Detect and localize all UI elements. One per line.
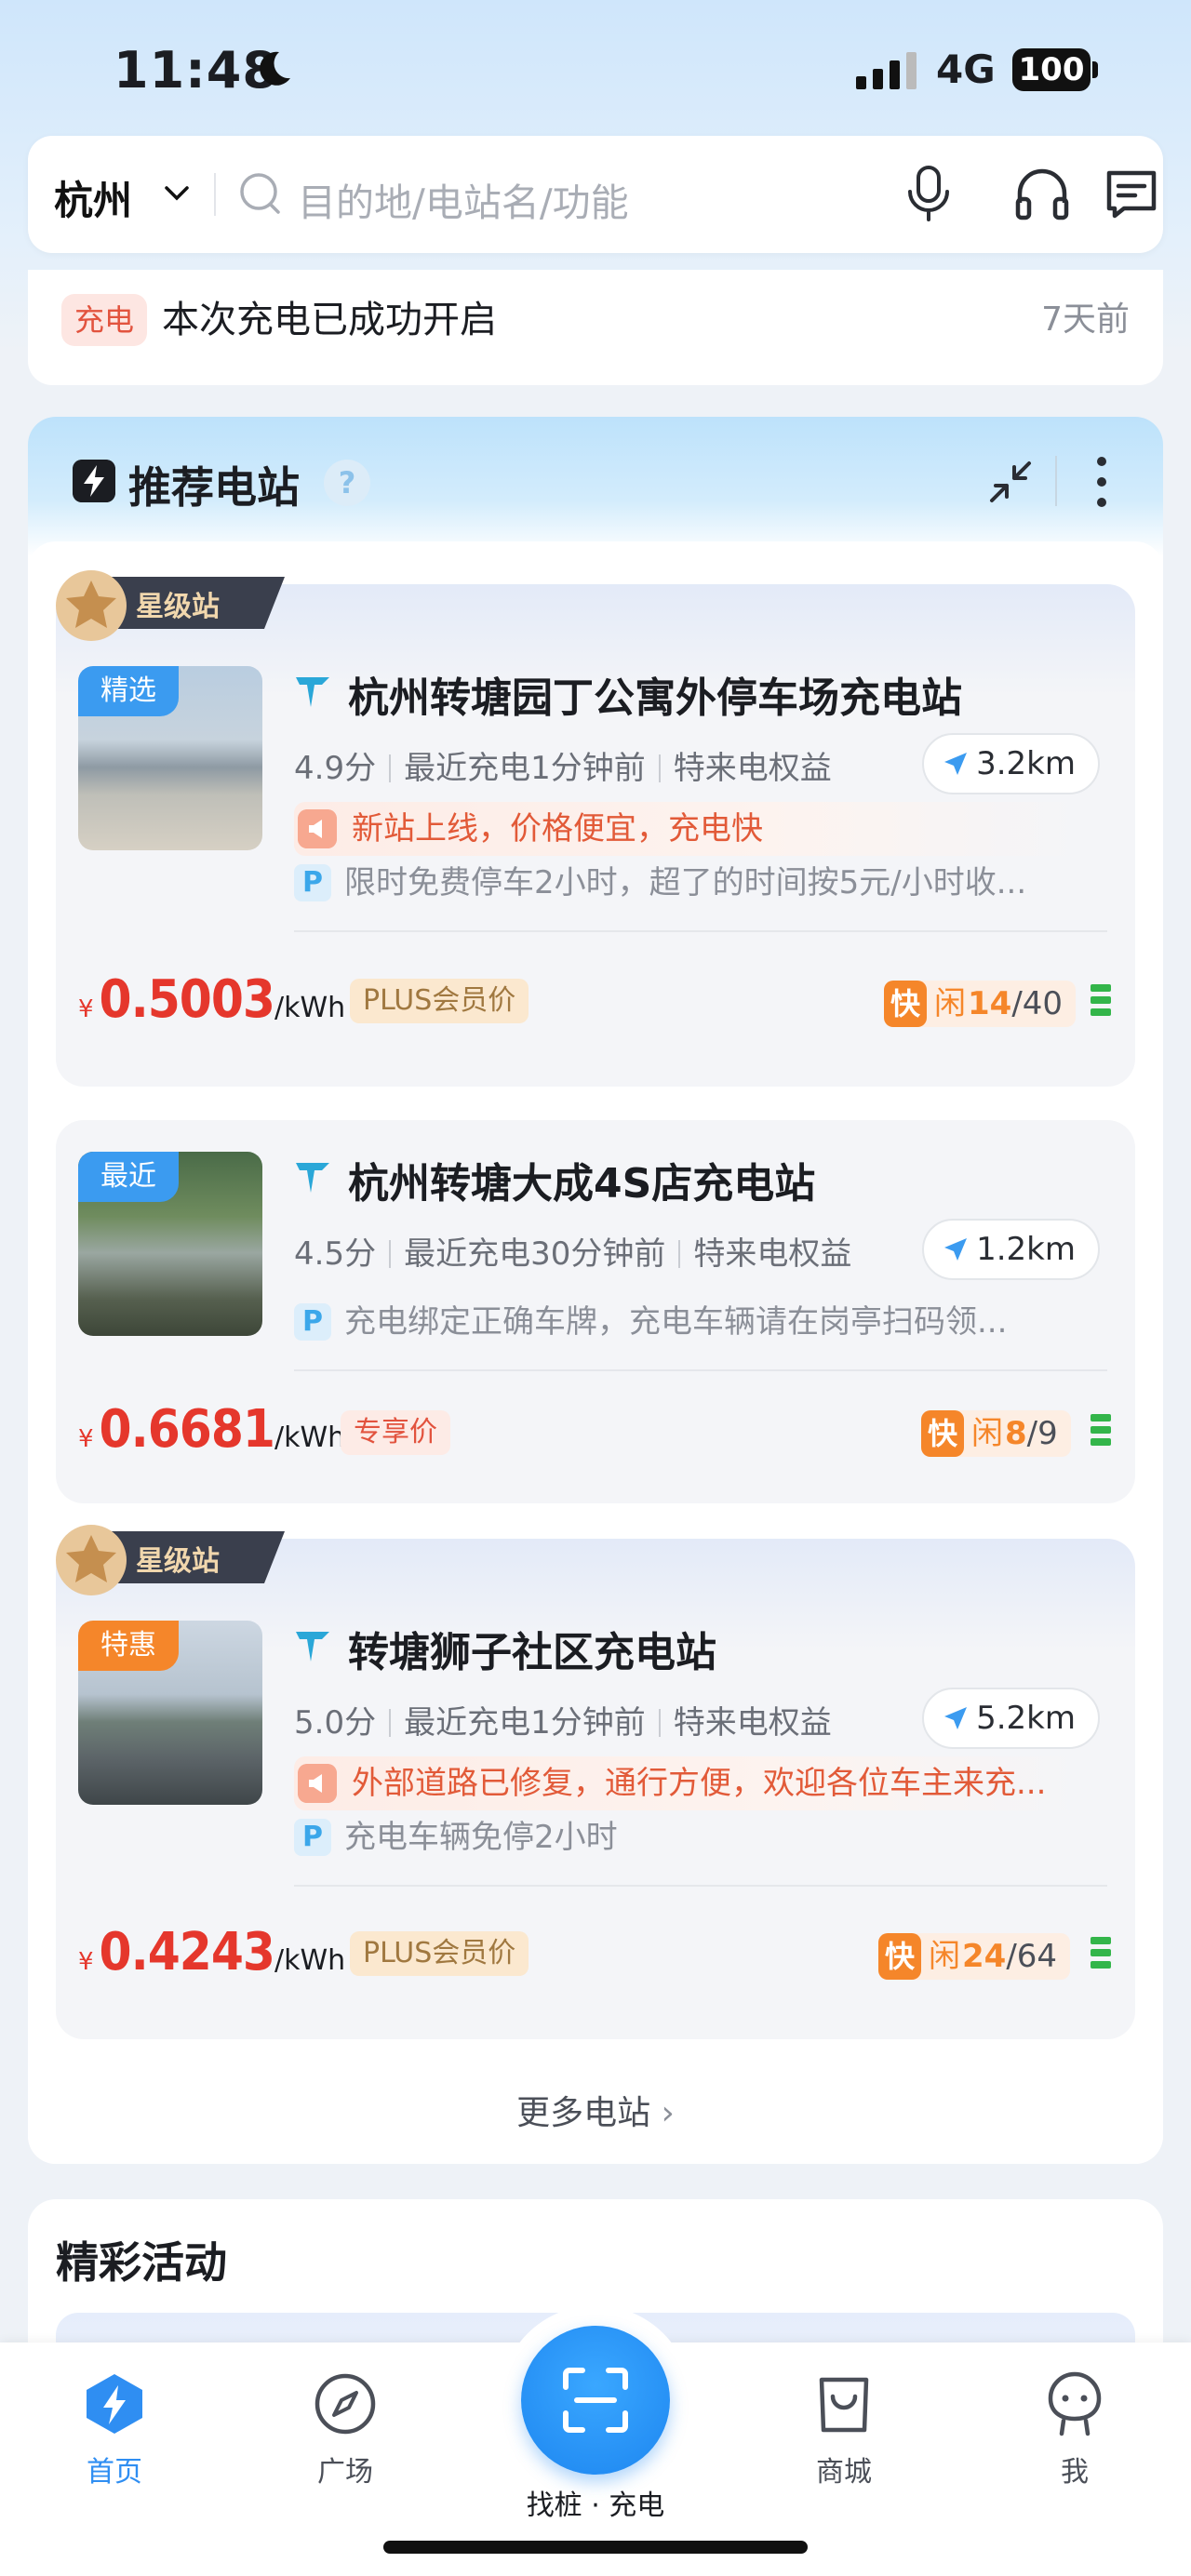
station-photo: 特惠 [78,1621,262,1805]
parking-info: P 限时免费停车2小时，超了的时间按5元/小时收... [294,860,1026,906]
battery-tip [1092,61,1098,78]
promo-banner: 新站上线，价格便宜，充电快 [294,802,1085,856]
station-photo: 精选 [78,666,262,850]
scan-button[interactable] [521,2326,670,2475]
home-indicator [383,2541,808,2554]
svg-text:星级站: 星级站 [136,1545,220,1578]
promo-text: 新站上线，价格便宜，充电快 [352,810,763,848]
divider [294,1369,1107,1371]
divider [294,1885,1107,1887]
help-icon[interactable]: ? [324,460,370,506]
activities-title: 精彩活动 [56,2237,227,2288]
tab-me[interactable]: 我 [1005,2370,1144,2489]
station-photo: 最近 [78,1152,262,1336]
app-screen: 11:48 4G 100 杭州 目的地/电站名/功能 充电 本次充电已成功开启 … [0,0,1191,2576]
promo-text: 外部道路已修复，通行方便，欢迎各位车主来充... [352,1765,1047,1802]
search-icon [240,173,280,214]
more-options-icon[interactable] [1096,454,1107,510]
message-icon[interactable] [1104,166,1159,221]
station-card[interactable]: 最近 杭州转塘大成4S店充电站 4.5分 最近充电30分钟前 特来电权益 1.2km… [56,1120,1135,1503]
charger-availability: 快闲14/40 [884,981,1077,1027]
recommended-stations-panel: 推荐电站 ? 星级站 精选 杭州转塘园丁公寓外停车场充电站 4.9分 最近充电1分… [28,417,1163,2164]
collapse-icon[interactable] [986,458,1035,506]
tab-scan-label[interactable]: 找桩 · 充电 [502,2482,689,2523]
headphones-icon[interactable] [1012,164,1072,223]
tab-plaza[interactable]: 广场 [275,2370,415,2489]
price: ¥0.6681/kWh [78,1399,346,1460]
status-bars-icon [1091,1414,1111,1453]
station-meta: 5.0分 最近充电1分钟前 特来电权益 [294,1704,832,1742]
compass-icon [314,2373,376,2435]
section-title: 推荐电站 [128,462,300,513]
megaphone-icon [298,809,337,848]
navigation-icon [944,1707,968,1729]
parking-icon: P [294,1819,331,1856]
moon-icon [260,51,290,86]
teld-logo-icon [296,1632,329,1662]
navigation-icon [944,1238,968,1261]
tab-home[interactable]: 首页 [45,2370,184,2489]
price: ¥0.4243/kWh [78,1922,346,1982]
network-label: 4G [936,47,996,92]
station-name: 杭州转塘大成4S店充电站 [348,1160,816,1208]
shopping-bag-icon [819,2377,869,2433]
star-station-badge: 星级站 [56,1525,285,1595]
microphone-icon[interactable] [903,164,955,223]
megaphone-icon [298,1764,337,1803]
chevron-down-icon[interactable] [164,184,190,203]
price-tag: PLUS会员价 [350,979,529,1023]
station-card[interactable]: 星级站 精选 杭州转塘园丁公寓外停车场充电站 4.9分 最近充电1分钟前 特来电权益… [56,570,1135,1087]
search-input[interactable]: 目的地/电站名/功能 [298,171,629,227]
search-bar: 杭州 目的地/电站名/功能 [28,136,1163,253]
parking-icon: P [294,864,331,901]
search-divider [214,173,216,216]
station-list: 星级站 精选 杭州转塘园丁公寓外停车场充电站 4.9分 最近充电1分钟前 特来电权益… [28,541,1163,2164]
parking-icon: P [294,1303,331,1341]
star-station-badge: 星级站 [56,570,285,641]
status-bar: 11:48 4G 100 [0,0,1191,130]
teld-logo-icon [296,1163,329,1193]
tab-bar: 首页 广场 找桩 · 充电 商城 我 [0,2305,1191,2576]
charging-notice[interactable]: 充电 本次充电已成功开启 7天前 [28,270,1163,385]
station-name: 杭州转塘园丁公寓外停车场充电站 [348,674,962,722]
divider [294,930,1107,932]
station-card[interactable]: 星级站 特惠 转塘狮子社区充电站 5.0分 最近充电1分钟前 特来电权益 5.2km… [56,1525,1135,2039]
thumb-tag: 特惠 [78,1621,179,1671]
header-divider [1055,456,1057,506]
promo-banner: 外部道路已修复，通行方便，欢迎各位车主来充... [294,1756,1085,1810]
price: ¥0.5003/kWh [78,969,346,1030]
notice-time: 7天前 [1041,300,1130,339]
home-bolt-icon [87,2374,142,2434]
price-tag: PLUS会员价 [350,1931,529,1976]
thumb-tag: 精选 [78,666,179,716]
svg-text:星级站: 星级站 [136,591,220,623]
status-bars-icon [1091,984,1111,1023]
profile-icon [1048,2371,1102,2436]
charger-availability: 快闲24/64 [878,1933,1071,1980]
city-selector[interactable]: 杭州 [54,169,132,226]
station-meta: 4.9分 最近充电1分钟前 特来电权益 [294,750,832,787]
parking-info: P 充电绑定正确车牌，充电车辆请在岗亭扫码领... [294,1299,1007,1345]
tab-mall[interactable]: 商城 [774,2370,914,2489]
teld-logo-icon [296,677,329,707]
notice-text: 本次充电已成功开启 [162,299,497,341]
status-bars-icon [1091,1937,1111,1976]
charger-availability: 快闲8/9 [921,1410,1071,1457]
thumb-tag: 最近 [78,1152,179,1202]
distance-badge[interactable]: 1.2km [922,1219,1100,1280]
station-name: 转塘狮子社区充电站 [348,1629,716,1676]
distance-badge[interactable]: 3.2km [922,733,1100,794]
signal-icon [856,52,917,89]
navigation-icon [944,753,968,775]
lightning-icon [73,460,115,502]
notice-tag: 充电 [61,294,148,346]
parking-info: P 充电车辆免停2小时 [294,1814,618,1861]
more-stations-link[interactable]: 更多电站 › [28,2086,1163,2134]
scan-icon [563,2368,628,2433]
station-meta: 4.5分 最近充电30分钟前 特来电权益 [294,1235,852,1273]
battery-icon: 100 [1012,48,1091,91]
price-tag: 专享价 [341,1410,450,1455]
distance-badge[interactable]: 5.2km [922,1688,1100,1749]
